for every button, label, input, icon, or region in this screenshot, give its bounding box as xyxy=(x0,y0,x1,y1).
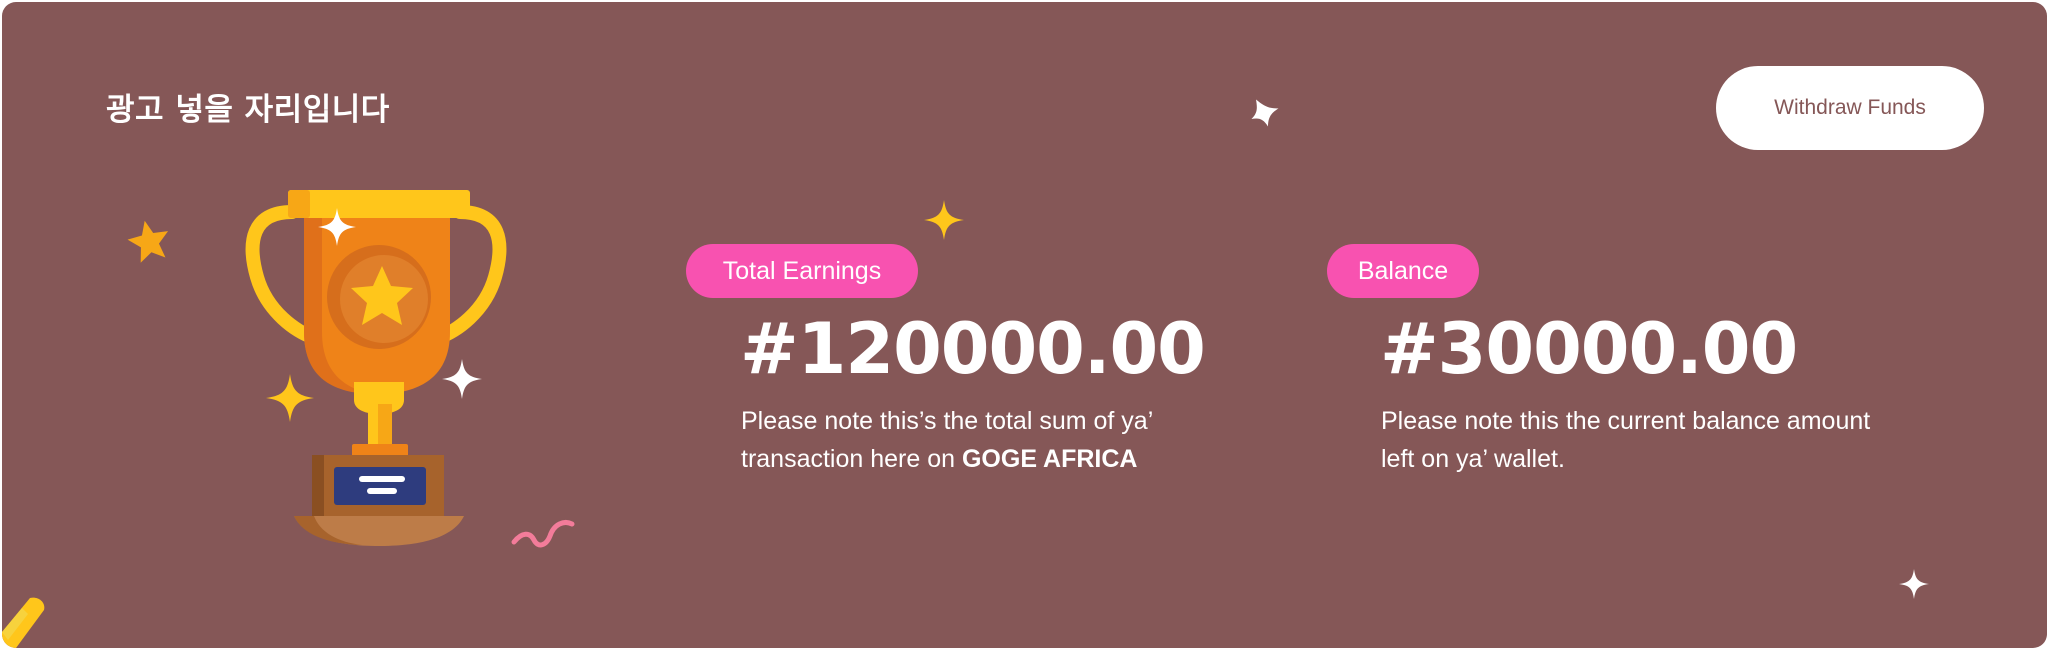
ad-placeholder-title: 광고 넣을 자리입니다 xyxy=(106,92,390,128)
squiggle-decoration xyxy=(511,520,575,548)
sparkle-icon xyxy=(924,200,964,240)
confetti-icon xyxy=(2,597,45,648)
sparkle-icon xyxy=(1251,99,1279,127)
brand-name: GOGE AFRICA xyxy=(961,445,1138,473)
sparkle-icon xyxy=(1899,569,1929,599)
balance-description: Please note this the current balance amo… xyxy=(1381,407,1871,473)
total-earnings-label: Total Earnings xyxy=(686,244,918,298)
withdraw-funds-button[interactable]: Withdraw Funds xyxy=(1716,66,1984,150)
earnings-card: 광고 넣을 자리입니다 Withdraw Funds Total Earning… xyxy=(2,2,2047,648)
sparkle-icon xyxy=(318,208,356,246)
sparkle-icon xyxy=(266,374,314,422)
balance-amount: #30000.00 xyxy=(1380,308,1798,390)
star-icon xyxy=(127,220,169,263)
total-earnings-amount: #120000.00 xyxy=(740,308,1206,390)
sparkle-icon xyxy=(442,359,482,399)
balance-label: Balance xyxy=(1327,244,1479,298)
total-earnings-description: Please note this’s the total sum of ya’ … xyxy=(741,402,1221,478)
